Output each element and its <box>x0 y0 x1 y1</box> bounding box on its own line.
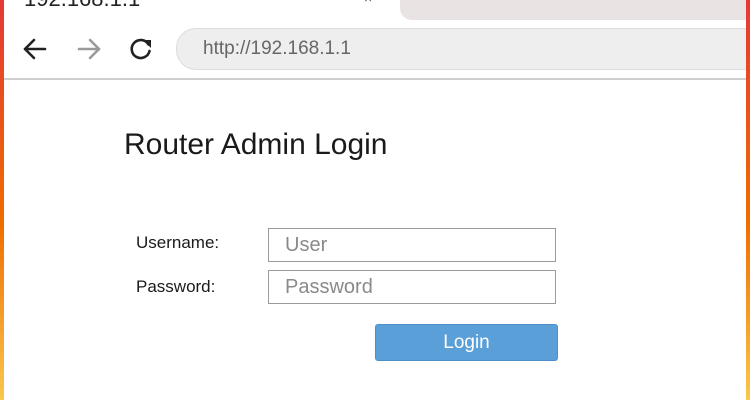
tab-title: 192.168.1.1 <box>24 0 140 12</box>
tab-strip: 192.168.1.1 × <box>4 0 746 20</box>
tab-active[interactable]: 192.168.1.1 × <box>4 0 396 20</box>
arrow-right-icon <box>77 38 101 60</box>
username-label: Username: <box>136 233 220 252</box>
password-input[interactable] <box>268 270 556 304</box>
page-content: Router Admin Login Username: Password: L… <box>4 80 746 400</box>
address-text: http://192.168.1.1 <box>203 38 351 59</box>
browser-window: 192.168.1.1 × http://192.168 <box>4 0 746 400</box>
tab-inactive[interactable] <box>400 0 746 20</box>
login-button[interactable]: Login <box>375 324 558 361</box>
reload-icon <box>130 38 151 60</box>
password-label: Password: <box>136 277 216 296</box>
close-icon[interactable]: × <box>364 0 378 5</box>
forward-button[interactable] <box>72 32 106 66</box>
page-title: Router Admin Login <box>124 128 388 161</box>
arrow-left-icon <box>23 38 47 60</box>
browser-toolbar: http://192.168.1.1 <box>4 20 746 80</box>
back-button[interactable] <box>18 32 52 66</box>
username-input[interactable] <box>268 228 556 262</box>
reload-button[interactable] <box>124 32 158 66</box>
address-bar[interactable]: http://192.168.1.1 <box>176 28 746 70</box>
